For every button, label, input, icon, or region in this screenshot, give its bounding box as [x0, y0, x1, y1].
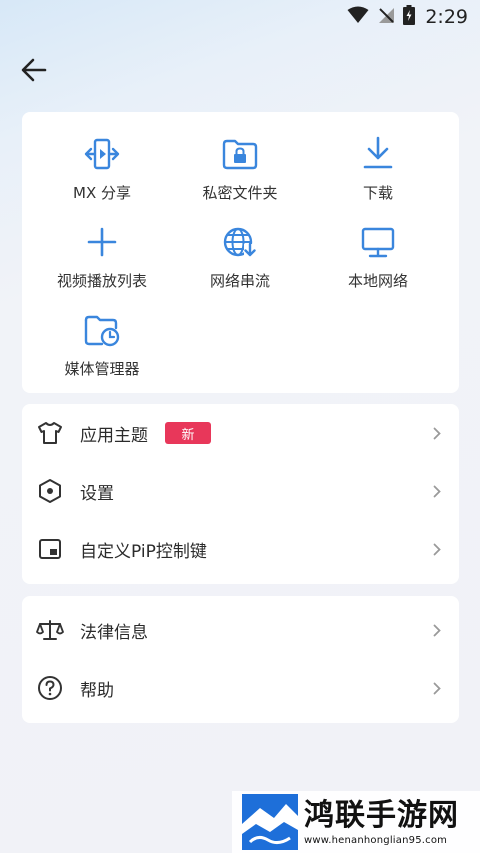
scales-icon [36, 616, 64, 644]
pip-icon [36, 535, 64, 563]
watermark-url: www.henanhonglian95.com [304, 834, 448, 846]
download-icon [358, 134, 398, 174]
help-row[interactable]: 帮助 [22, 659, 459, 717]
settings-row[interactable]: 设置 [22, 462, 459, 520]
shirt-icon [36, 419, 64, 447]
local-network-icon [358, 222, 398, 262]
row-label: 帮助 [80, 680, 114, 701]
watermark-title: 鸿联手游网 [304, 797, 459, 833]
app-theme-row[interactable]: 应用主题 新 [22, 404, 459, 462]
video-playlist-item[interactable]: 视频播放列表 [32, 222, 172, 302]
row-label: 法律信息 [80, 622, 148, 643]
pip-controls-row[interactable]: 自定义PiP控制键 [22, 520, 459, 578]
back-button[interactable] [16, 52, 52, 88]
watermark-logo [242, 794, 298, 850]
download-item[interactable]: 下载 [308, 134, 448, 214]
grid-label: 下载 [362, 184, 393, 202]
row-label: 自定义PiP控制键 [80, 541, 207, 562]
network-stream-item[interactable]: 网络串流 [170, 222, 310, 302]
network-stream-icon [220, 222, 260, 262]
add-playlist-icon [82, 222, 122, 262]
chevron-right-icon [431, 484, 443, 498]
info-list-card: 法律信息 帮助 [22, 596, 459, 723]
watermark: 鸿联手游网 www.henanhonglian95.com [232, 791, 480, 853]
grid-label: 媒体管理器 [64, 360, 140, 378]
chevron-right-icon [431, 623, 443, 637]
battery-charging-icon [403, 5, 416, 29]
grid-label: 私密文件夹 [202, 184, 278, 202]
status-time: 2:29 [425, 6, 468, 28]
chevron-right-icon [431, 426, 443, 440]
status-bar: 2:29 [0, 0, 480, 34]
row-label: 设置 [80, 483, 114, 504]
help-icon [36, 674, 64, 702]
legal-info-row[interactable]: 法律信息 [22, 601, 459, 659]
no-signal-icon [377, 6, 395, 28]
grid-label: 视频播放列表 [56, 272, 147, 290]
private-folder-item[interactable]: 私密文件夹 [170, 134, 310, 214]
grid-label: MX 分享 [73, 184, 131, 202]
media-manager-item[interactable]: 媒体管理器 [32, 310, 172, 390]
local-network-item[interactable]: 本地网络 [308, 222, 448, 302]
wifi-icon [347, 6, 369, 28]
mx-share-icon [82, 134, 122, 174]
arrow-left-icon [21, 58, 47, 82]
grid-label: 本地网络 [347, 272, 408, 290]
chevron-right-icon [431, 681, 443, 695]
mx-share-item[interactable]: MX 分享 [32, 134, 172, 214]
private-folder-icon [220, 134, 260, 174]
media-manager-icon [82, 310, 122, 350]
row-label: 应用主题 [80, 425, 148, 446]
settings-list-card: 应用主题 新 设置 自定义PiP控制键 [22, 404, 459, 584]
chevron-right-icon [431, 542, 443, 556]
settings-hexagon-icon [36, 477, 64, 505]
new-badge: 新 [165, 422, 211, 444]
grid-label: 网络串流 [209, 272, 270, 290]
tools-grid-card: MX 分享 私密文件夹 下载 视频播放列表 网络串流 本地网络 媒体管理器 [22, 112, 459, 393]
